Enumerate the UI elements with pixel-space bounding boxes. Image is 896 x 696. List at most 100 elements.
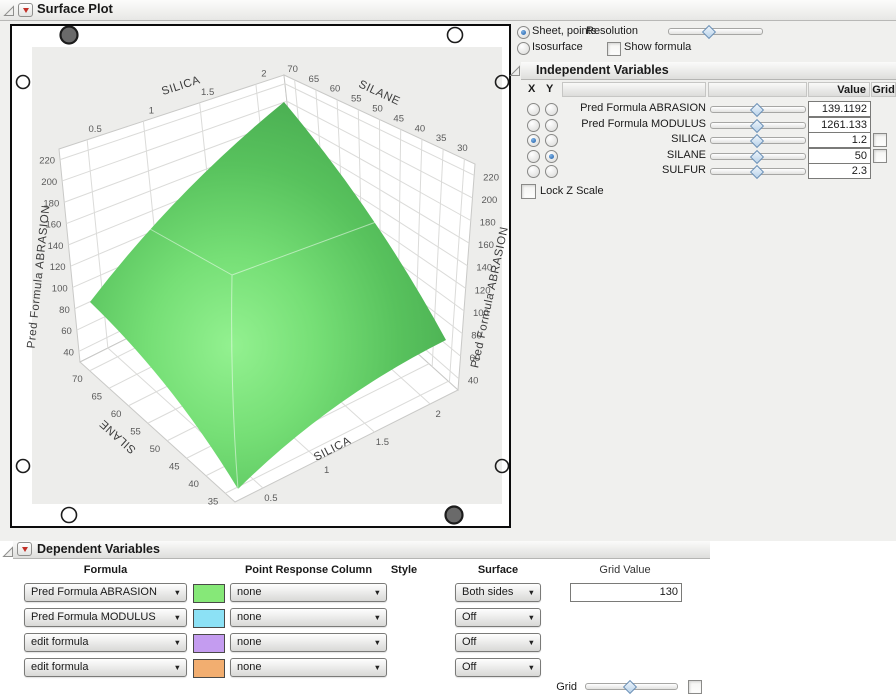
grid-slider-label: Grid (556, 681, 577, 693)
col-header-y: Y (546, 83, 554, 95)
point-response-dropdown[interactable]: none (230, 583, 387, 602)
lock-z-scale-label: Lock Z Scale (540, 185, 604, 197)
axis-tick-label: 40 (63, 347, 74, 358)
formula-dropdown[interactable]: edit formula (24, 658, 187, 677)
isosurface-radio[interactable] (517, 42, 530, 55)
y-axis-radio[interactable] (545, 103, 558, 116)
axis-tick-label: 1.5 (376, 437, 389, 448)
col-header-value: Value (808, 82, 870, 97)
surface-mode-dropdown[interactable]: Off (455, 658, 541, 677)
variable-value-input[interactable]: 2.3 (808, 163, 871, 179)
rotation-handle[interactable] (60, 506, 78, 524)
variable-slider[interactable] (710, 118, 806, 133)
axis-tick-label: 50 (150, 444, 161, 455)
independent-variable-row: SULFUR 2.3 (0, 163, 896, 180)
axis-tick-label: 200 (481, 195, 497, 206)
axis-tick-label: 1.5 (201, 87, 214, 98)
x-axis-radio[interactable] (527, 118, 540, 132)
axis-tick-label: 55 (130, 426, 141, 437)
surface-mode-dropdown[interactable]: Off (455, 608, 541, 627)
axis-tick-label: 140 (48, 241, 64, 252)
y-axis-radio[interactable] (545, 165, 558, 178)
independent-variable-label: SULFUR (661, 164, 706, 176)
axis-tick-label: 45 (169, 461, 180, 472)
dependent-variable-row: Pred Formula ABRASION none Both sides 130 (0, 583, 896, 603)
x-axis-radio[interactable] (527, 149, 540, 163)
surface-plot-3d-view[interactable]: 0.5 1 1.5 2 70 65 60 55 50 45 40 35 30 220 200 180 160 14… (10, 24, 511, 528)
variable-value-input[interactable]: 139.1192 (808, 101, 871, 117)
surface-color-swatch[interactable] (193, 584, 225, 603)
grid-value-input[interactable]: 130 (570, 583, 682, 602)
variable-slider[interactable] (710, 102, 806, 118)
point-response-dropdown[interactable]: none (230, 633, 387, 652)
red-triangle-menu-button[interactable] (18, 3, 33, 17)
col-header-surface: Surface (477, 564, 519, 576)
x-axis-radio[interactable] (527, 134, 540, 147)
col-header-formula: Formula (83, 564, 128, 576)
y-axis-radio[interactable] (545, 118, 558, 132)
y-axis-radio[interactable] (545, 149, 558, 163)
rotation-handle[interactable] (446, 26, 464, 44)
surface-color-swatch[interactable] (193, 659, 225, 678)
axis-tick-label: 65 (309, 74, 320, 85)
independent-variable-row: Pred Formula MODULUS 1261.133 (0, 116, 896, 133)
disclosure-triangle-icon[interactable] (509, 65, 521, 77)
axis-tick-label: 180 (480, 218, 496, 229)
axis-tick-label: 2 (435, 409, 440, 420)
resolution-label: Resolution (586, 25, 638, 37)
formula-dropdown[interactable]: Pred Formula ABRASION (24, 583, 187, 602)
formula-dropdown[interactable]: edit formula (24, 633, 187, 652)
point-response-dropdown[interactable]: none (230, 658, 387, 677)
col-header-style: Style (390, 564, 418, 576)
independent-variable-label: SILANE (666, 148, 706, 161)
variable-slider[interactable] (710, 133, 806, 149)
dependent-variables-header: Dependent Variables (13, 541, 710, 559)
red-triangle-menu-button[interactable] (17, 542, 32, 556)
show-formula-checkbox[interactable] (607, 42, 621, 56)
independent-variables-header: Independent Variables (521, 62, 896, 80)
sheet-points-radio[interactable] (517, 26, 530, 39)
variable-value-input[interactable]: 1261.133 (808, 116, 871, 133)
variable-slider[interactable] (710, 149, 806, 164)
resolution-slider[interactable] (668, 24, 763, 40)
axis-tick-label: 40 (188, 479, 199, 490)
grid-checkbox[interactable] (873, 133, 887, 147)
variable-value-input[interactable]: 50 (808, 147, 871, 164)
dependent-variable-row: edit formula none Off (0, 633, 896, 653)
dependent-variable-row: Pred Formula MODULUS none Off (0, 608, 896, 628)
surface-mode-dropdown[interactable]: Off (455, 633, 541, 652)
surface-color-swatch[interactable] (193, 634, 225, 653)
lock-z-scale-checkbox[interactable] (521, 184, 536, 199)
x-axis-radio[interactable] (527, 165, 540, 178)
col-header-point-response: Point Response Column (244, 564, 373, 576)
surface-color-swatch[interactable] (193, 609, 225, 628)
axis-tick-label: 80 (59, 305, 70, 316)
grid-slider[interactable] (585, 679, 678, 695)
point-response-dropdown[interactable]: none (230, 608, 387, 627)
formula-dropdown[interactable]: Pred Formula MODULUS (24, 608, 187, 627)
variable-slider[interactable] (710, 164, 806, 180)
x-axis-radio[interactable] (527, 103, 540, 116)
grid-checkbox[interactable] (873, 148, 887, 163)
disclosure-triangle-icon[interactable] (3, 5, 15, 17)
section-title: Independent Variables (536, 63, 669, 77)
rotation-handle[interactable] (15, 74, 31, 90)
show-formula-label: Show formula (624, 41, 692, 53)
axis-tick-label: 120 (50, 262, 66, 273)
grid-checkbox[interactable] (688, 680, 702, 694)
col-header-spacer (562, 82, 706, 97)
independent-variable-label: Pred Formula MODULUS (581, 117, 706, 130)
axis-tick-label: 60 (61, 326, 72, 337)
axis-tick-label: 60 (330, 84, 341, 95)
slider-thumb[interactable] (749, 149, 765, 164)
rotation-handle[interactable] (59, 25, 79, 45)
rotation-handle[interactable] (444, 505, 464, 525)
surface-mode-dropdown[interactable]: Both sides (455, 583, 541, 602)
col-header-grid: Grid (871, 82, 896, 97)
rotation-handle[interactable] (15, 458, 31, 474)
y-axis-radio[interactable] (545, 134, 558, 147)
slider-thumb[interactable] (749, 118, 765, 133)
variable-value-input[interactable]: 1.2 (808, 132, 871, 148)
axis-tick-label: 2 (261, 68, 266, 79)
axis-tick-label: 70 (287, 64, 298, 75)
